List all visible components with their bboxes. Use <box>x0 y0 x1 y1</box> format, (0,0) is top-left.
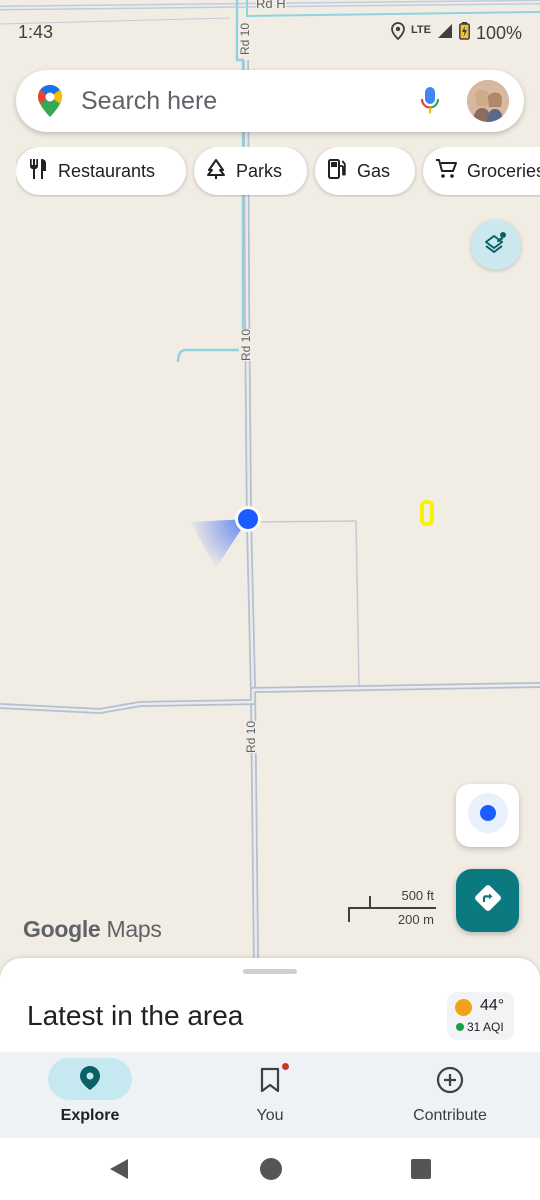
weather-temperature: 44° <box>480 997 505 1014</box>
my-location-button[interactable] <box>456 784 519 847</box>
notification-badge <box>282 1063 289 1070</box>
chip-groceries[interactable]: Groceries <box>423 147 540 195</box>
tree-icon <box>206 158 226 185</box>
chip-label: Parks <box>236 160 283 181</box>
status-icons: LTE 100% <box>391 22 522 45</box>
directions-icon <box>473 883 503 918</box>
google-maps-watermark: Google Maps <box>23 916 162 943</box>
watermark-google: Google <box>23 916 101 942</box>
bookmark-icon <box>259 1067 281 1098</box>
chip-parks[interactable]: Parks <box>194 147 307 195</box>
chip-label: Gas <box>357 160 391 181</box>
nav-explore[interactable]: Explore <box>0 1052 180 1138</box>
chip-restaurants[interactable]: Restaurants <box>16 147 186 195</box>
sheet-drag-handle[interactable] <box>243 969 297 974</box>
layers-button[interactable] <box>471 220 521 270</box>
category-chips: Restaurants Parks Gas Groceries <box>16 147 540 197</box>
google-maps-logo-icon <box>36 84 64 123</box>
battery-percent: 100% <box>475 23 522 43</box>
nav-you[interactable]: You <box>180 1052 360 1138</box>
nav-label-explore: Explore <box>60 1107 120 1124</box>
avatar[interactable] <box>467 80 509 122</box>
directions-button[interactable] <box>456 869 519 932</box>
status-time: 1:43 <box>18 22 54 42</box>
back-icon[interactable] <box>108 1157 130 1186</box>
home-icon[interactable] <box>259 1157 283 1186</box>
cart-icon <box>435 158 457 185</box>
road-label-rd-10-middle: Rd 10 <box>239 328 254 362</box>
nav-contribute[interactable]: Contribute <box>360 1052 540 1138</box>
search-input[interactable]: Search here <box>81 87 217 116</box>
aqi-status-dot <box>456 1023 464 1031</box>
chip-label: Restaurants <box>58 160 156 181</box>
road-label-rd-10-bottom: Rd 10 <box>244 720 259 754</box>
my-location-icon <box>466 791 510 840</box>
battery-icon <box>459 22 470 45</box>
network-type: LTE <box>410 23 431 36</box>
watermark-maps: Maps <box>106 916 162 942</box>
chip-gas[interactable]: Gas <box>315 147 415 195</box>
fork-knife-icon <box>28 158 48 185</box>
status-bar: 1:43 LTE 100% <box>0 0 540 60</box>
recents-icon[interactable] <box>411 1159 431 1184</box>
layers-icon <box>483 230 509 261</box>
system-navigation-bar <box>0 1138 540 1200</box>
signal-icon <box>437 23 453 44</box>
location-status-icon <box>391 22 405 45</box>
weather-badge[interactable]: 44° 31 AQI <box>447 992 514 1040</box>
search-bar[interactable]: Search here <box>16 70 524 132</box>
weather-aqi: 31 AQI <box>467 1020 504 1034</box>
map-scale: 500 ft 200 m <box>348 888 438 928</box>
sheet-title: Latest in the area <box>27 1000 244 1031</box>
location-pin-icon <box>79 1065 101 1096</box>
microphone-icon[interactable] <box>420 86 440 121</box>
chip-label: Groceries <box>467 160 540 181</box>
sun-icon <box>455 999 472 1016</box>
scale-metric: 200 m <box>397 912 434 927</box>
gas-pump-icon <box>327 158 347 185</box>
scale-imperial: 500 ft <box>401 888 434 903</box>
nav-label-you: You <box>256 1107 284 1124</box>
bottom-navigation: Explore You Contribute <box>0 1052 540 1138</box>
nav-label-contribute: Contribute <box>413 1107 487 1124</box>
add-circle-icon <box>436 1066 464 1099</box>
